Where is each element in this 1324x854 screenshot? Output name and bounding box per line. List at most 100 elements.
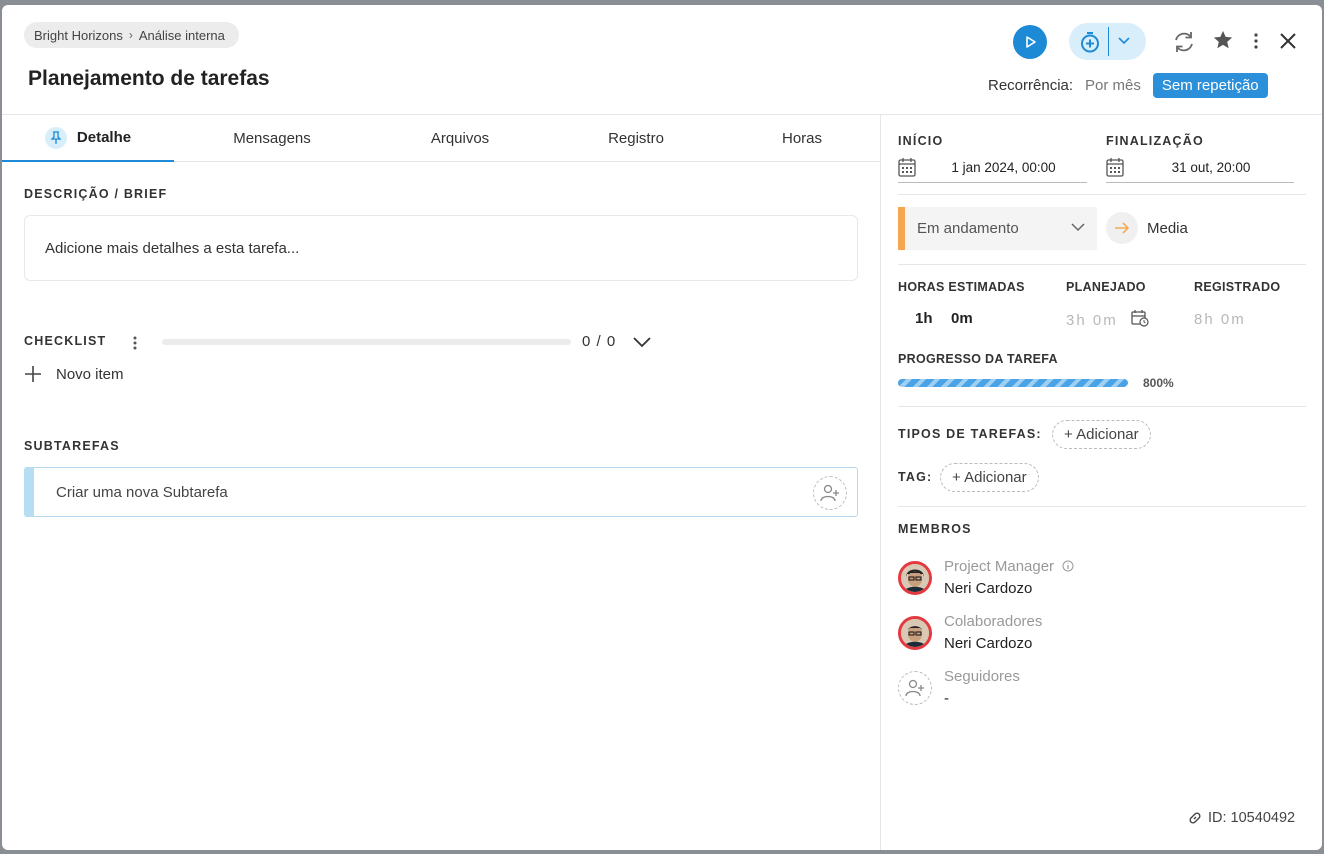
- recurrence-label: Recorrência:: [988, 77, 1074, 94]
- recurrence-selector: Recorrência: Por mês Sem repetição: [988, 73, 1268, 98]
- divider: [1108, 27, 1109, 56]
- more-options-button[interactable]: [1246, 29, 1266, 53]
- subtasks-label: SUBTAREFAS: [24, 439, 120, 453]
- divider: [898, 506, 1306, 507]
- task-progress-label: PROGRESSO DA TAREFA: [898, 352, 1058, 366]
- add-follower-button[interactable]: [898, 671, 932, 705]
- breadcrumb-client[interactable]: Bright Horizons: [34, 28, 123, 43]
- task-progress-percent: 800%: [1143, 376, 1174, 390]
- status-dropdown[interactable]: Em andamento: [898, 207, 1097, 250]
- stopwatch-plus-icon: [1081, 32, 1099, 53]
- recurrence-none-option[interactable]: Sem repetição: [1152, 73, 1268, 98]
- checklist-toggle-button[interactable]: [632, 335, 652, 349]
- description-input[interactable]: Adicione mais detalhes a esta tarefa...: [24, 215, 858, 281]
- tab-bar: Detalhe Mensagens Arquivos Registro Hora…: [2, 115, 880, 162]
- add-tag-button[interactable]: + Adicionar: [940, 463, 1039, 492]
- page-title[interactable]: Planejamento de tarefas: [28, 67, 270, 91]
- add-user-icon: [905, 679, 924, 697]
- tab-detalhe[interactable]: Detalhe: [2, 115, 174, 162]
- divider: [898, 194, 1306, 195]
- end-date-value: 31 out, 20:00: [1171, 160, 1251, 175]
- add-task-type-button[interactable]: + Adicionar: [1052, 420, 1151, 449]
- chevron-right-icon: ›: [128, 28, 133, 42]
- end-date-field[interactable]: 31 out, 20:00: [1106, 153, 1294, 183]
- checklist-progress-bar: [162, 339, 571, 345]
- avatar[interactable]: [898, 561, 932, 595]
- tab-label: Registro: [608, 130, 664, 147]
- collaborators-role: Colaboradores: [944, 613, 1043, 630]
- arrow-right-icon: [1115, 222, 1130, 234]
- tab-label: Horas: [781, 130, 822, 147]
- description-placeholder: Adicione mais detalhes a esta tarefa...: [45, 239, 300, 257]
- chevron-down-icon: [1118, 37, 1130, 45]
- assign-user-button[interactable]: [813, 476, 847, 510]
- project-manager-role: Project Manager: [944, 558, 1074, 575]
- subtask-placeholder: Criar uma nova Subtarefa: [56, 483, 228, 501]
- add-time-dropdown[interactable]: [1069, 23, 1146, 60]
- task-progress-bar: [898, 379, 1128, 387]
- modal-header: Bright Horizons › Análise interna Planej…: [2, 5, 1322, 115]
- close-icon: [1280, 33, 1296, 49]
- estimated-hours-input[interactable]: 1h: [915, 310, 933, 327]
- breadcrumb-project[interactable]: Análise interna: [139, 28, 225, 43]
- followers-role: Seguidores: [944, 668, 1020, 685]
- calendar-clock-icon[interactable]: [1131, 310, 1149, 327]
- tag-label: TAG:: [898, 470, 933, 484]
- info-icon[interactable]: [1062, 560, 1074, 572]
- project-manager-name[interactable]: Neri Cardozo: [944, 580, 1032, 597]
- tab-registro[interactable]: Registro: [556, 115, 716, 162]
- calendar-icon: [1106, 158, 1124, 177]
- tab-horas[interactable]: Horas: [722, 115, 882, 162]
- checklist-count: 0 / 0: [582, 333, 617, 350]
- start-timer-button[interactable]: [1013, 25, 1047, 59]
- add-user-icon: [820, 484, 839, 502]
- more-vertical-icon: [133, 336, 137, 350]
- pin-icon: [44, 126, 67, 149]
- avatar[interactable]: [898, 616, 932, 650]
- breadcrumb[interactable]: Bright Horizons › Análise interna: [24, 22, 239, 48]
- tab-label: Arquivos: [430, 130, 490, 147]
- play-icon: [1026, 36, 1036, 48]
- favorite-button[interactable]: [1210, 27, 1236, 53]
- tab-label: Mensagens: [233, 130, 311, 147]
- task-id[interactable]: ID: 10540492: [1188, 810, 1295, 826]
- new-subtask-input[interactable]: Criar uma nova Subtarefa: [24, 467, 858, 517]
- link-icon: [1189, 812, 1201, 824]
- start-date-field[interactable]: 1 jan 2024, 00:00: [898, 153, 1087, 183]
- divider: [898, 406, 1306, 407]
- new-item-label: Novo item: [56, 365, 124, 383]
- chevron-down-icon: [633, 337, 651, 348]
- task-modal: Bright Horizons › Análise interna Planej…: [2, 5, 1322, 850]
- calendar-icon: [898, 158, 916, 177]
- start-date-value: 1 jan 2024, 00:00: [951, 160, 1056, 175]
- priority-value[interactable]: Media: [1147, 220, 1188, 237]
- checklist-menu-button[interactable]: [130, 334, 140, 352]
- panel-divider: [880, 115, 881, 850]
- estimated-hours-label: HORAS ESTIMADAS: [898, 280, 1025, 294]
- recurrence-monthly-option[interactable]: Por mês: [1085, 77, 1141, 94]
- registered-hours-value: 8h 0m: [1194, 311, 1246, 328]
- priority-button[interactable]: [1106, 212, 1138, 244]
- end-date-label: FINALIZAÇÃO: [1106, 134, 1204, 148]
- tab-mensagens[interactable]: Mensagens: [192, 115, 352, 162]
- estimated-minutes-input[interactable]: 0m: [951, 310, 973, 327]
- more-vertical-icon: [1254, 33, 1258, 49]
- close-button[interactable]: [1276, 29, 1300, 53]
- followers-value: -: [944, 690, 949, 707]
- refresh-icon: [1175, 32, 1193, 52]
- plus-icon: [25, 366, 41, 382]
- new-checklist-item-button[interactable]: Novo item: [24, 365, 124, 383]
- task-types-label: TIPOS DE TAREFAS:: [898, 427, 1042, 441]
- divider: [898, 264, 1306, 265]
- chevron-down-icon: [1071, 223, 1085, 232]
- description-label: DESCRIÇÃO / BRIEF: [24, 187, 168, 201]
- members-label: MEMBROS: [898, 522, 972, 536]
- role-label: Project Manager: [944, 558, 1055, 575]
- refresh-button[interactable]: [1169, 27, 1199, 57]
- star-icon: [1213, 30, 1233, 49]
- tab-arquivos[interactable]: Arquivos: [380, 115, 540, 162]
- collaborator-name[interactable]: Neri Cardozo: [944, 635, 1032, 652]
- task-id-value: ID: 10540492: [1208, 810, 1296, 826]
- registered-hours-label: REGISTRADO: [1194, 280, 1281, 294]
- checklist-label: CHECKLIST: [24, 334, 107, 348]
